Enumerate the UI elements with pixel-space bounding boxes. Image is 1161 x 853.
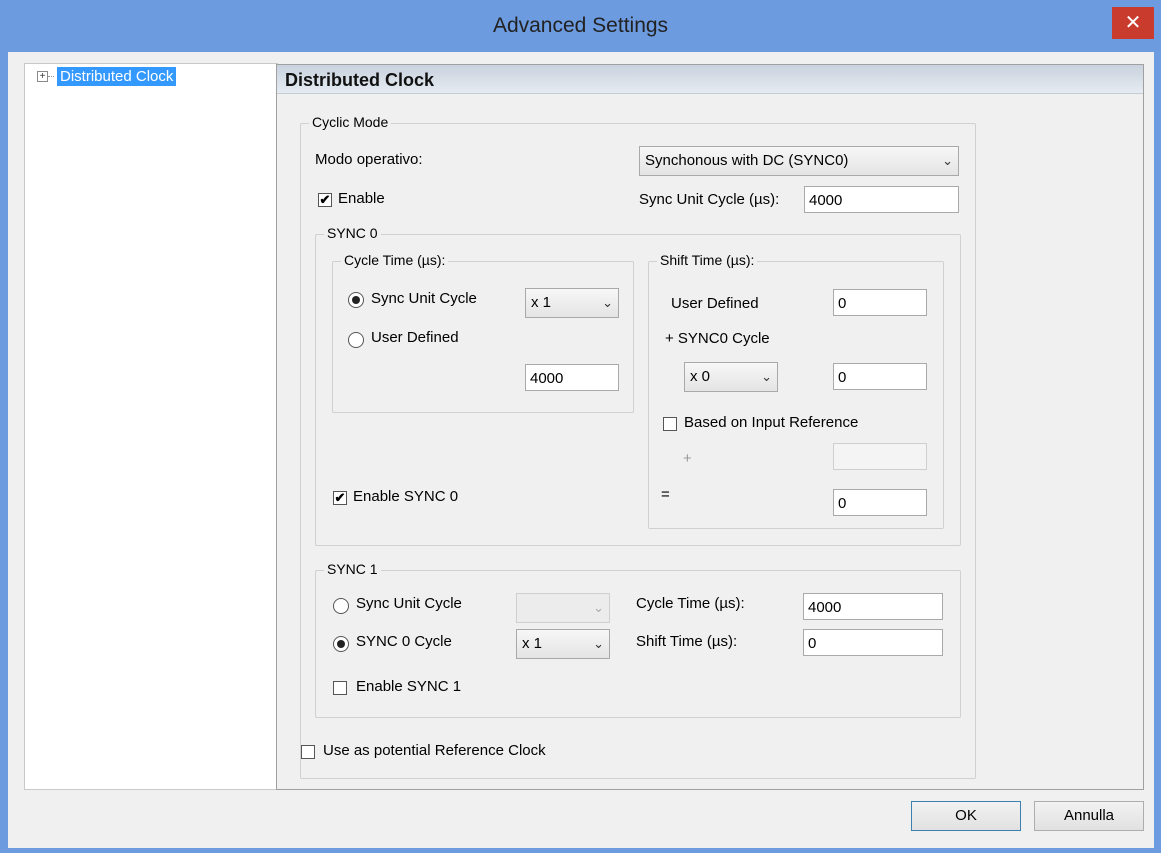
close-button[interactable]: ✕ bbox=[1112, 7, 1154, 39]
sync0-multiplier-value: x 1 bbox=[531, 294, 552, 311]
cyclic-mode-group: Cyclic Mode Modo operativo: Synchonous w… bbox=[300, 114, 976, 779]
cyclic-mode-legend: Cyclic Mode bbox=[309, 114, 392, 130]
sync1-cycle-time-input[interactable]: 4000 bbox=[803, 593, 943, 620]
sync1-sync0-cycle-label: SYNC 0 Cycle bbox=[356, 633, 452, 650]
enable-label: Enable bbox=[338, 190, 385, 207]
sync1-legend: SYNC 1 bbox=[324, 561, 381, 577]
settings-tree: + Distributed Clock bbox=[24, 63, 278, 790]
based-on-input-checkbox[interactable] bbox=[663, 417, 677, 431]
equals-label: = bbox=[661, 486, 670, 503]
enable-checkbox[interactable]: ✔ bbox=[318, 193, 332, 207]
window-title: Advanced Settings bbox=[492, 14, 669, 37]
shift-sync0-multiplier-select[interactable]: x 0 ⌄ bbox=[684, 362, 778, 392]
sync0-cycle-time-legend: Cycle Time (µs): bbox=[341, 252, 449, 268]
sync1-shift-time-label: Shift Time (µs): bbox=[636, 633, 738, 650]
shift-user-defined-label: User Defined bbox=[671, 295, 759, 312]
sync0-multiplier-select[interactable]: x 1 ⌄ bbox=[525, 288, 619, 318]
sync0-user-defined-radio[interactable] bbox=[348, 332, 364, 348]
sync1-multiplier-select[interactable]: x 1 ⌄ bbox=[516, 629, 610, 659]
dialog-window: Advanced Settings ✕ + Distributed Clock … bbox=[0, 0, 1161, 853]
enable-sync0-checkbox[interactable]: ✔ bbox=[333, 491, 347, 505]
mode-label: Modo operativo: bbox=[315, 151, 423, 168]
sync0-group: SYNC 0 Cycle Time (µs): Sync Unit Cycle … bbox=[315, 225, 961, 546]
enable-sync1-label: Enable SYNC 1 bbox=[356, 678, 462, 695]
chevron-down-icon: ⌄ bbox=[761, 369, 772, 384]
sync0-shift-time-legend: Shift Time (µs): bbox=[657, 252, 758, 268]
based-on-input-label: Based on Input Reference bbox=[684, 414, 859, 431]
shift-sync0-multiplier-value: x 0 bbox=[690, 368, 711, 385]
sync0-legend: SYNC 0 bbox=[324, 225, 381, 241]
sync0-sync-unit-cycle-radio[interactable] bbox=[348, 292, 364, 308]
sync0-user-defined-input[interactable]: 4000 bbox=[525, 364, 619, 391]
shift-user-defined-input[interactable]: 0 bbox=[833, 289, 927, 316]
sync1-multiplier-value: x 1 bbox=[522, 635, 543, 652]
sync1-shift-time-input[interactable]: 0 bbox=[803, 629, 943, 656]
sync-unit-cycle-label: Sync Unit Cycle (µs): bbox=[639, 191, 780, 208]
expand-icon[interactable]: + bbox=[37, 71, 48, 82]
check-icon: ✔ bbox=[334, 490, 346, 505]
cancel-button[interactable]: Annulla bbox=[1034, 801, 1144, 831]
check-icon: ✔ bbox=[319, 192, 331, 207]
sync1-sync-unit-select[interactable]: ⌄ bbox=[516, 593, 610, 623]
close-icon: ✕ bbox=[1124, 12, 1142, 34]
panel-title: Distributed Clock bbox=[285, 70, 435, 90]
enable-sync0-label: Enable SYNC 0 bbox=[353, 488, 459, 505]
shift-sync0-cycle-label: + SYNC0 Cycle bbox=[665, 330, 770, 347]
equals-value-input: 0 bbox=[833, 489, 927, 516]
chevron-down-icon: ⌄ bbox=[602, 295, 613, 310]
chevron-down-icon: ⌄ bbox=[593, 636, 604, 651]
sync0-cycle-time-group: Cycle Time (µs): Sync Unit Cycle x 1 ⌄ U… bbox=[332, 252, 634, 413]
ok-button[interactable]: OK bbox=[911, 801, 1021, 831]
panel-header: Distributed Clock bbox=[277, 65, 1143, 94]
sync-unit-cycle-input[interactable]: 4000 bbox=[804, 186, 959, 213]
radio-selected-dot bbox=[352, 296, 360, 304]
sync0-user-defined-label: User Defined bbox=[371, 329, 459, 346]
mode-select-value: Synchonous with DC (SYNC0) bbox=[645, 152, 849, 169]
sync1-sync-unit-cycle-radio[interactable] bbox=[333, 598, 349, 614]
settings-panel: Distributed Clock Cyclic Mode Modo opera… bbox=[276, 64, 1144, 790]
mode-select[interactable]: Synchonous with DC (SYNC0) ⌄ bbox=[639, 146, 959, 176]
sync0-sync-unit-cycle-label: Sync Unit Cycle bbox=[371, 290, 477, 307]
reference-clock-label: Use as potential Reference Clock bbox=[323, 742, 546, 759]
tree-item-distributed-clock[interactable]: Distributed Clock bbox=[57, 67, 177, 86]
dialog-client-area: + Distributed Clock Distributed Clock Cy… bbox=[8, 52, 1154, 848]
plus-value-input[interactable] bbox=[833, 443, 927, 470]
enable-sync1-checkbox[interactable] bbox=[333, 681, 347, 695]
sync1-sync0-cycle-radio[interactable] bbox=[333, 636, 349, 652]
sync1-sync-unit-cycle-label: Sync Unit Cycle bbox=[356, 595, 462, 612]
sync1-group: SYNC 1 Sync Unit Cycle ⌄ Cycle Time (µs)… bbox=[315, 561, 961, 718]
reference-clock-checkbox[interactable] bbox=[301, 745, 315, 759]
shift-sync0-value-input[interactable]: 0 bbox=[833, 363, 927, 390]
sync1-cycle-time-label: Cycle Time (µs): bbox=[636, 595, 745, 612]
radio-selected-dot bbox=[337, 640, 345, 648]
chevron-down-icon: ⌄ bbox=[942, 153, 953, 168]
chevron-down-icon: ⌄ bbox=[593, 600, 604, 615]
sync0-shift-time-group: Shift Time (µs): User Defined 0 + SYNC0 … bbox=[648, 252, 944, 529]
title-bar[interactable]: Advanced Settings ✕ bbox=[0, 0, 1161, 56]
tree-connector bbox=[48, 76, 54, 77]
plus-label: + bbox=[683, 450, 692, 467]
